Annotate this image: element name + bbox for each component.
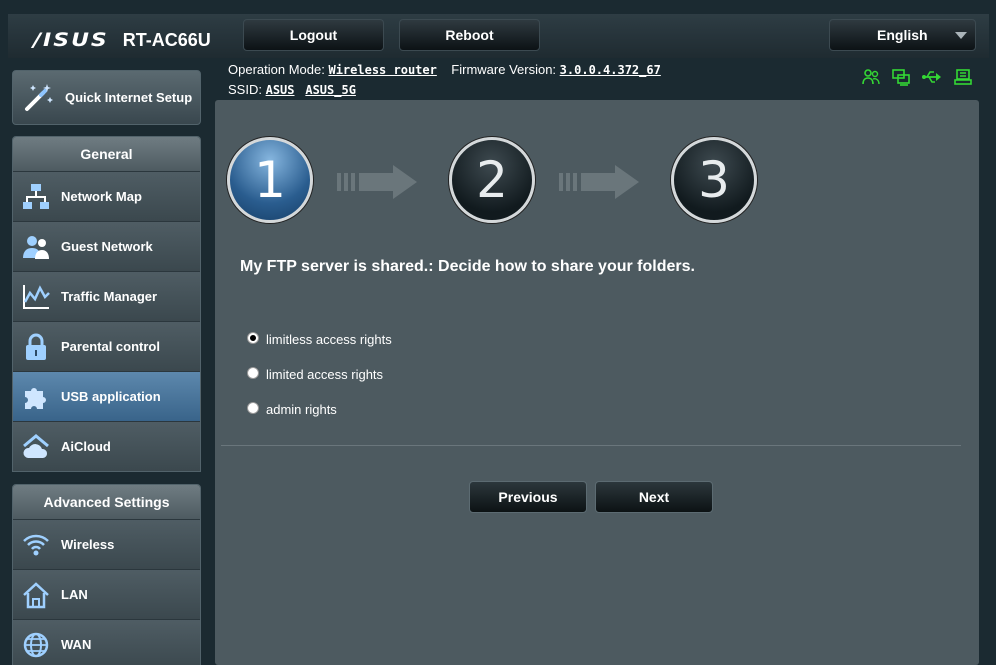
language-select[interactable]: English <box>829 19 976 51</box>
sidebar-item-label: LAN <box>61 587 88 602</box>
sidebar-item-usb-application[interactable]: USB application <box>13 371 200 421</box>
logout-button[interactable]: Logout <box>243 19 384 51</box>
sidebar-item-label: USB application <box>61 389 161 404</box>
radio-admin-rights[interactable] <box>247 401 259 414</box>
sidebar-item-traffic-manager[interactable]: Traffic Manager <box>13 271 200 321</box>
brand: /ISUS RT-AC66U <box>33 28 211 53</box>
sidebar-item-label: Wireless <box>61 537 115 552</box>
general-menu: General Network Map Guest Network Traffi… <box>12 136 201 472</box>
wizard-description: My FTP server is shared.: Decide how to … <box>240 258 695 275</box>
option-limitless-access[interactable]: limitless access rights <box>247 322 392 357</box>
general-menu-title: General <box>13 137 200 171</box>
main-panel: 1 2 3 My FTP server is shared.: Decide h… <box>215 100 979 665</box>
status-icons <box>862 68 972 86</box>
option-label: limited access rights <box>266 367 384 382</box>
operation-mode-link[interactable]: Wireless router <box>328 63 436 77</box>
operation-mode-label: Operation Mode: <box>228 62 325 77</box>
status-bar: Operation Mode: Wireless router Firmware… <box>228 60 661 100</box>
language-label: English <box>877 27 928 43</box>
sidebar-item-label: AiCloud <box>61 439 111 454</box>
puzzle-icon <box>19 380 53 414</box>
traffic-manager-icon <box>19 280 53 314</box>
next-button[interactable]: Next <box>595 481 713 513</box>
asus-logo: /ISUS <box>33 29 109 52</box>
quick-internet-setup-label: Quick Internet Setup <box>65 89 193 105</box>
sidebar-item-label: WAN <box>61 637 92 652</box>
sidebar-item-aicloud[interactable]: AiCloud <box>13 421 200 471</box>
step-2-indicator: 2 <box>449 137 535 223</box>
firmware-link[interactable]: 3.0.0.4.372_67 <box>560 63 661 77</box>
step-arrow-icon <box>559 165 639 199</box>
wizard-steps: 1 2 3 <box>227 137 767 227</box>
network-status-icon[interactable] <box>892 68 910 86</box>
home-icon <box>19 578 53 612</box>
sidebar-item-guest-network[interactable]: Guest Network <box>13 221 200 271</box>
sidebar-item-lan[interactable]: LAN <box>13 569 200 619</box>
sidebar-item-wireless[interactable]: Wireless <box>13 519 200 569</box>
option-admin-rights[interactable]: admin rights <box>247 392 392 427</box>
previous-button[interactable]: Previous <box>469 481 587 513</box>
lock-icon <box>19 330 53 364</box>
wifi-icon <box>19 528 53 562</box>
step-1-indicator: 1 <box>227 137 313 223</box>
sidebar-item-label: Traffic Manager <box>61 289 158 304</box>
usb-icon[interactable] <box>922 68 942 86</box>
sidebar-item-wan[interactable]: WAN <box>13 619 200 665</box>
step-3-indicator: 3 <box>671 137 757 223</box>
divider <box>221 445 961 446</box>
printer-icon[interactable] <box>954 68 972 86</box>
firmware-label: Firmware Version: <box>451 62 557 77</box>
sidebar-item-label: Parental control <box>61 339 160 354</box>
magic-wand-icon <box>25 83 53 111</box>
sidebar: Quick Internet Setup General Network Map… <box>12 70 201 665</box>
ssid-label: SSID: <box>228 82 262 97</box>
sidebar-item-label: Network Map <box>61 189 142 204</box>
quick-internet-setup-button[interactable]: Quick Internet Setup <box>12 70 201 125</box>
reboot-button[interactable]: Reboot <box>399 19 540 51</box>
advanced-menu: Advanced Settings Wireless LAN WAN <box>12 484 201 665</box>
radio-limitless-access[interactable] <box>247 331 259 344</box>
cloud-icon <box>19 430 53 464</box>
ssid-link-5g[interactable]: ASUS_5G <box>305 83 356 97</box>
share-mode-options: limitless access rights limited access r… <box>247 322 392 427</box>
option-limited-access[interactable]: limited access rights <box>247 357 392 392</box>
sidebar-item-parental-control[interactable]: Parental control <box>13 321 200 371</box>
sidebar-item-network-map[interactable]: Network Map <box>13 171 200 221</box>
network-map-icon <box>19 180 53 214</box>
radio-limited-access[interactable] <box>247 366 259 379</box>
advanced-menu-title: Advanced Settings <box>13 485 200 519</box>
guest-network-icon <box>19 230 53 264</box>
sidebar-item-label: Guest Network <box>61 239 153 254</box>
clients-icon[interactable] <box>862 68 880 86</box>
chevron-down-icon <box>955 32 967 39</box>
option-label: admin rights <box>266 402 337 417</box>
globe-icon <box>19 628 53 662</box>
router-model: RT-AC66U <box>122 30 211 50</box>
option-label: limitless access rights <box>266 332 392 347</box>
ssid-link-2g[interactable]: ASUS <box>266 83 295 97</box>
step-arrow-icon <box>337 165 417 199</box>
